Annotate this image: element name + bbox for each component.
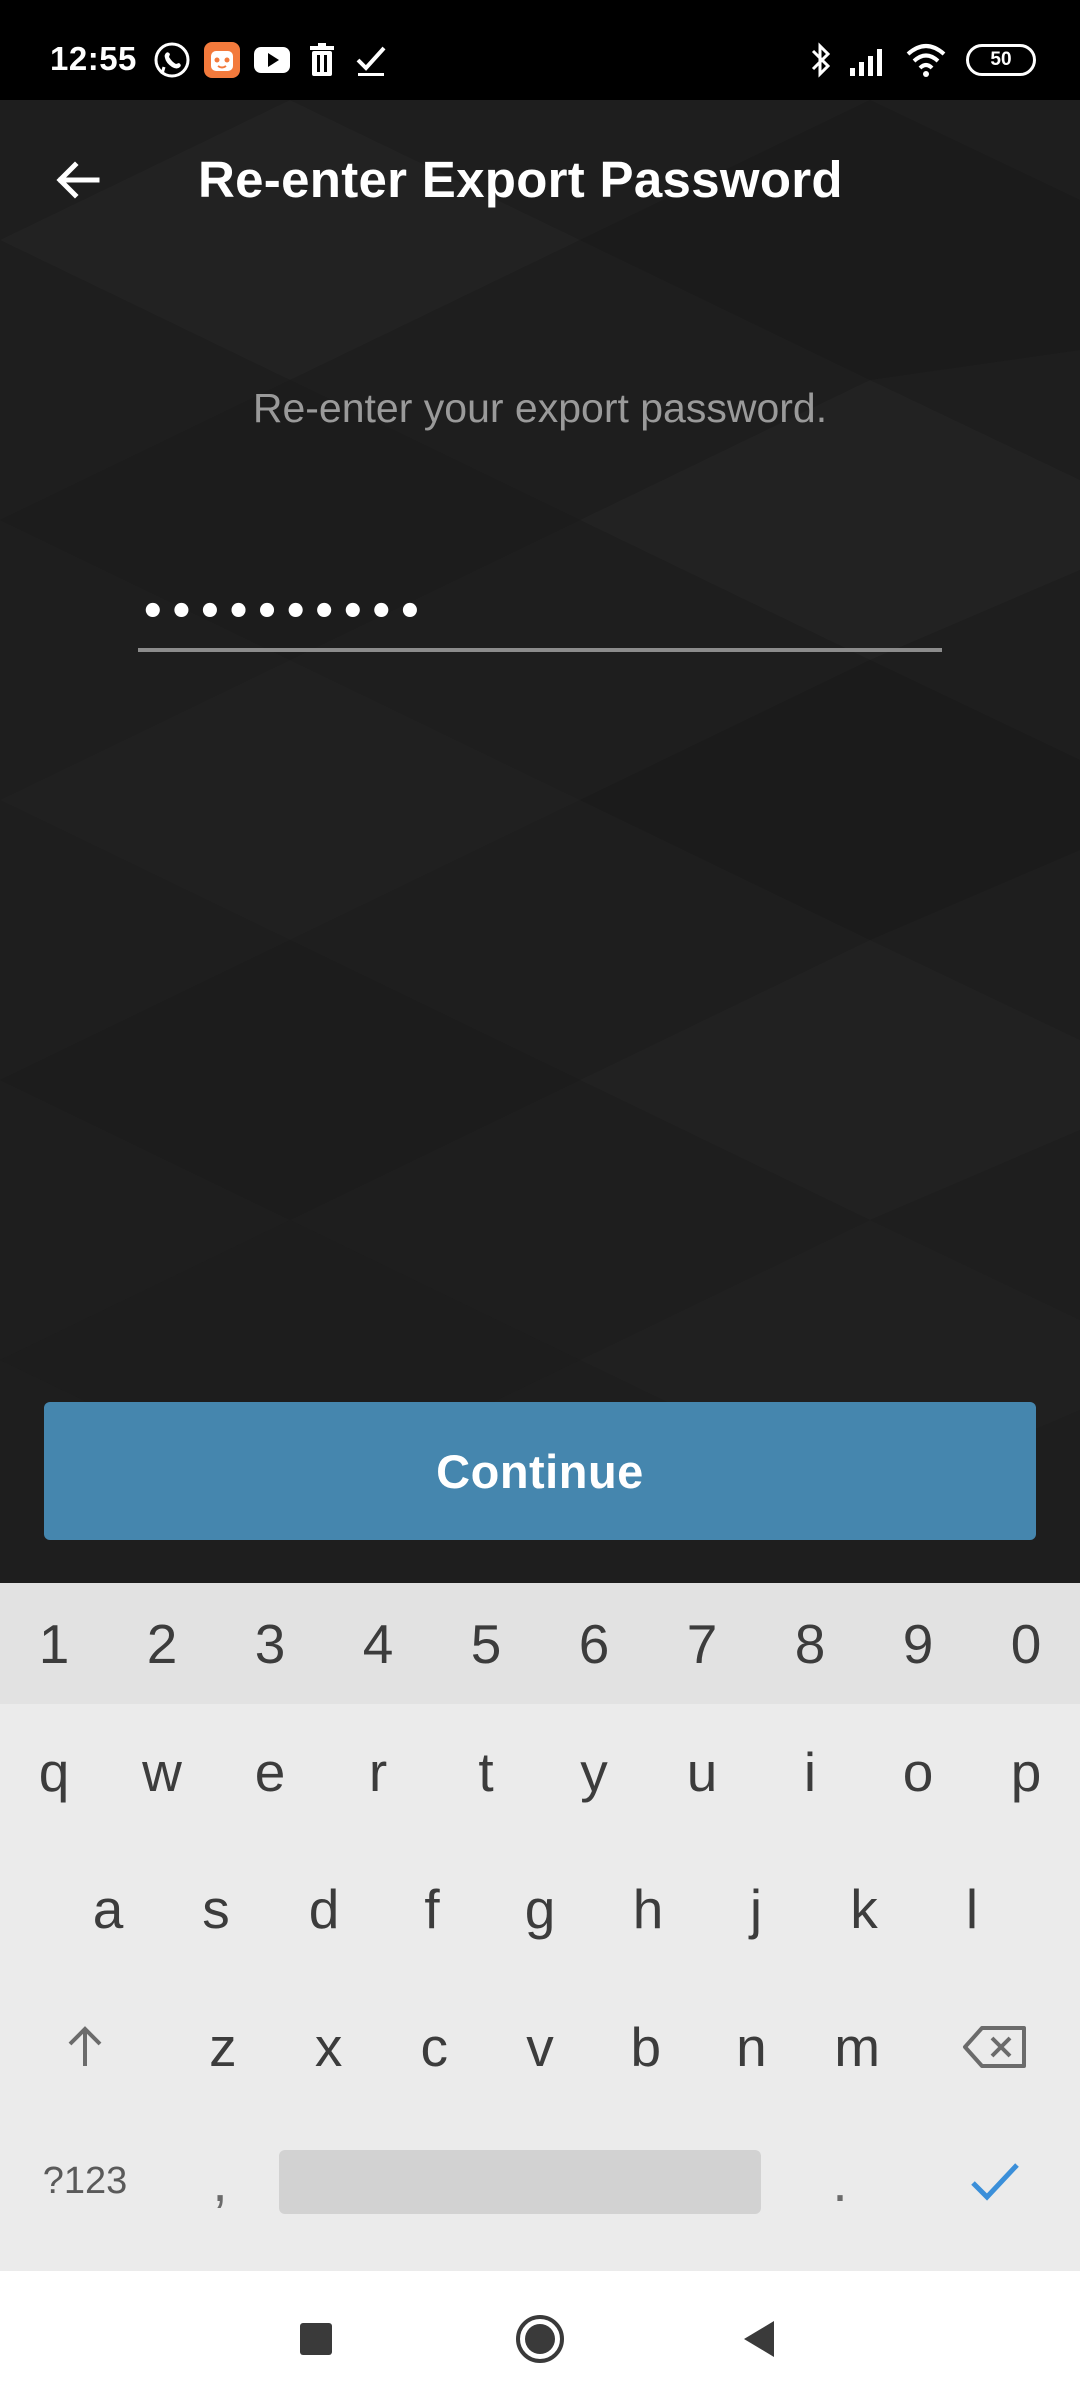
- key-6[interactable]: 6: [540, 1583, 648, 1704]
- key-v[interactable]: v: [487, 1978, 593, 2115]
- key-g[interactable]: g: [486, 1840, 594, 1977]
- youtube-icon: [252, 40, 292, 80]
- key-a[interactable]: a: [54, 1840, 162, 1977]
- status-bar: 12:55 50: [0, 0, 1080, 100]
- recents-icon: [300, 2323, 332, 2355]
- key-n[interactable]: n: [699, 1978, 805, 2115]
- navigation-bar: [0, 2271, 1080, 2400]
- key-k[interactable]: k: [810, 1840, 918, 1977]
- back-button[interactable]: [38, 140, 118, 220]
- nav-back-button[interactable]: [732, 2311, 788, 2367]
- keyboard-row-3: z x c v b n m: [0, 1978, 1080, 2115]
- key-s[interactable]: s: [162, 1840, 270, 1977]
- space-key[interactable]: [270, 2113, 770, 2250]
- password-field[interactable]: [138, 580, 942, 652]
- key-period[interactable]: .: [770, 2113, 910, 2250]
- key-o[interactable]: o: [864, 1703, 972, 1840]
- key-y[interactable]: y: [540, 1703, 648, 1840]
- key-0[interactable]: 0: [972, 1583, 1080, 1704]
- bluetooth-icon: [808, 40, 834, 80]
- checkmark-icon: [971, 2162, 1019, 2201]
- key-f[interactable]: f: [378, 1840, 486, 1977]
- instruction-text: Re-enter your export password.: [252, 385, 828, 431]
- space-bar: [279, 2149, 761, 2214]
- keyboard-row-2: a s d f g h j k l: [0, 1840, 1080, 1977]
- arrow-left-icon: [56, 161, 100, 199]
- key-r[interactable]: r: [324, 1703, 432, 1840]
- keyboard-number-row: 1 2 3 4 5 6 7 8 9 0: [0, 1583, 1080, 1704]
- key-i[interactable]: i: [756, 1703, 864, 1840]
- status-time: 12:55: [50, 40, 137, 77]
- key-9[interactable]: 9: [864, 1583, 972, 1704]
- signal-icon: [848, 40, 890, 80]
- keyboard: 1 2 3 4 5 6 7 8 9 0 q w e r t y u i o p …: [0, 1583, 1080, 2271]
- key-m[interactable]: m: [804, 1978, 910, 2115]
- checkmark-icon: [352, 40, 392, 80]
- background-pattern: [0, 100, 1080, 1583]
- key-5[interactable]: 5: [432, 1583, 540, 1704]
- keyboard-row-1: q w e r t y u i o p: [0, 1703, 1080, 1840]
- home-button[interactable]: [512, 2311, 568, 2367]
- recents-button[interactable]: [288, 2311, 344, 2367]
- backspace-icon: [963, 2025, 1027, 2068]
- screen: 12:55 50 Re-enter Export Password Re-ent…: [0, 0, 1080, 2400]
- continue-button[interactable]: Continue: [44, 1402, 1036, 1540]
- key-4[interactable]: 4: [324, 1583, 432, 1704]
- keyboard-row-4: ?123 , .: [0, 2113, 1080, 2250]
- key-b[interactable]: b: [593, 1978, 699, 2115]
- key-e[interactable]: e: [216, 1703, 324, 1840]
- toolbar: Re-enter Export Password: [0, 100, 1080, 240]
- system-icons: 50: [808, 40, 1036, 80]
- shift-key[interactable]: [0, 1978, 170, 2115]
- key-q[interactable]: q: [0, 1703, 108, 1840]
- key-z[interactable]: z: [170, 1978, 276, 2115]
- key-8[interactable]: 8: [756, 1583, 864, 1704]
- done-key[interactable]: [910, 2113, 1080, 2250]
- key-u[interactable]: u: [648, 1703, 756, 1840]
- key-2[interactable]: 2: [108, 1583, 216, 1704]
- key-comma[interactable]: ,: [170, 2113, 270, 2250]
- key-d[interactable]: d: [270, 1840, 378, 1977]
- app-content: Re-enter Export Password Re-enter your e…: [0, 100, 1080, 1583]
- mi-app-icon: [202, 40, 242, 80]
- key-j[interactable]: j: [702, 1840, 810, 1977]
- battery-icon: 50: [966, 44, 1036, 76]
- page-title: Re-enter Export Password: [198, 151, 843, 208]
- viber-icon: [152, 40, 192, 80]
- wifi-icon: [904, 40, 948, 80]
- key-1[interactable]: 1: [0, 1583, 108, 1704]
- key-7[interactable]: 7: [648, 1583, 756, 1704]
- key-p[interactable]: p: [972, 1703, 1080, 1840]
- home-icon: [516, 2315, 564, 2363]
- back-icon: [744, 2321, 774, 2357]
- trash-icon: [302, 40, 342, 80]
- notification-icons: [152, 40, 392, 80]
- shift-arrow-icon: [68, 2025, 102, 2066]
- key-t[interactable]: t: [432, 1703, 540, 1840]
- key-x[interactable]: x: [276, 1978, 382, 2115]
- symbols-key[interactable]: ?123: [0, 2113, 170, 2250]
- key-l[interactable]: l: [918, 1840, 1026, 1977]
- key-w[interactable]: w: [108, 1703, 216, 1840]
- key-c[interactable]: c: [381, 1978, 487, 2115]
- backspace-key[interactable]: [910, 1978, 1080, 2115]
- key-h[interactable]: h: [594, 1840, 702, 1977]
- key-3[interactable]: 3: [216, 1583, 324, 1704]
